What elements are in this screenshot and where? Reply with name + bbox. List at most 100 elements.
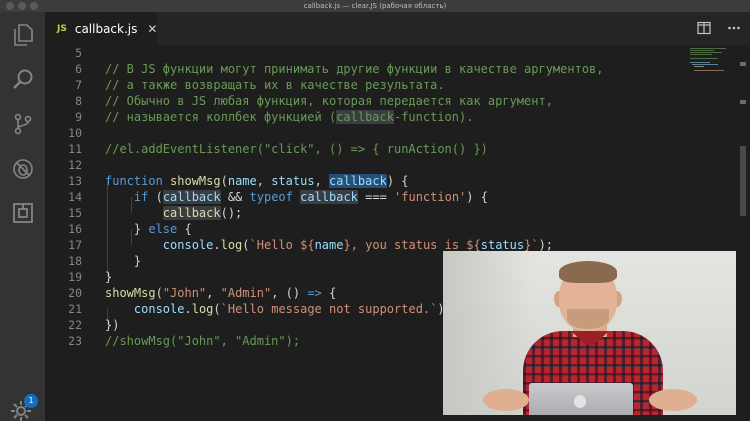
- minimap[interactable]: [690, 46, 730, 76]
- line-number: 6: [75, 62, 82, 76]
- code-line[interactable]: 6 // В JS функции могут принимать другие …: [45, 61, 750, 77]
- code-line[interactable]: 9 // называется коллбек функцией (callbac…: [45, 109, 750, 125]
- tab-bar: JS callback.js ✕: [45, 12, 750, 45]
- code-token: function: [105, 174, 171, 188]
- minimap-line: [690, 50, 714, 51]
- line-number: 20: [68, 286, 82, 300]
- code-line[interactable]: 14 if (callback && typeof callback === '…: [45, 189, 750, 205]
- code-token: 'function': [394, 190, 467, 204]
- code-token: -function).: [393, 110, 474, 124]
- debug-icon[interactable]: [10, 156, 35, 181]
- code-token: {: [321, 286, 337, 300]
- code-text: //el.addEventListener("click", () => { r…: [105, 141, 488, 157]
- line-number: 18: [68, 254, 82, 268]
- code-token: // В JS функции могут принимать другие ф…: [105, 62, 604, 76]
- code-token: }: [105, 222, 149, 236]
- code-token: log: [220, 238, 243, 252]
- title-bar: callback.js — clear.JS (рабочая область): [0, 0, 750, 12]
- code-line[interactable]: 5: [45, 45, 750, 61]
- code-token: (: [155, 286, 163, 300]
- code-text: // В JS функции могут принимать другие ф…: [105, 61, 604, 77]
- code-text: }: [105, 269, 112, 285]
- more-actions-icon[interactable]: [727, 20, 741, 36]
- code-token: }: [105, 254, 142, 268]
- code-token: }`: [524, 238, 539, 252]
- code-token: `Hello message not supported.`: [220, 302, 438, 316]
- code-token: (: [220, 174, 228, 188]
- minimap-line: [690, 54, 712, 55]
- line-number: 10: [68, 126, 82, 140]
- code-token: callback: [329, 174, 387, 188]
- code-token: ) {: [466, 190, 488, 204]
- files-icon[interactable]: [10, 22, 35, 47]
- minimap-line: [690, 58, 718, 59]
- code-token: ) {: [386, 174, 409, 188]
- tab-filename: callback.js: [74, 21, 138, 36]
- code-token: =>: [307, 286, 322, 300]
- source-control-icon[interactable]: [10, 111, 35, 136]
- code-token: "Admin": [220, 286, 272, 300]
- close-icon[interactable]: ✕: [147, 22, 157, 36]
- line-number: 13: [68, 174, 82, 188]
- split-editor-icon[interactable]: [697, 20, 711, 36]
- code-token: //showMsg("John", "Admin");: [105, 334, 301, 348]
- tab-callback-js[interactable]: JS callback.js ✕: [45, 12, 157, 45]
- scroll-marker: [740, 100, 746, 104]
- code-line[interactable]: 16 } else {: [45, 221, 750, 237]
- code-line[interactable]: 15 callback();: [45, 205, 750, 221]
- code-token: ();: [220, 206, 243, 220]
- js-file-icon: JS: [57, 23, 67, 34]
- code-token: console: [162, 238, 214, 252]
- code-token: //el.addEventListener("click", () => { r…: [105, 142, 488, 156]
- code-token: }, you status is ${: [343, 238, 481, 252]
- code-line[interactable]: 8 // Обычно в JS любая функция, которая п…: [45, 93, 750, 109]
- code-line[interactable]: 11 //el.addEventListener("click", () => {…: [45, 141, 750, 157]
- presenter-beard: [567, 309, 609, 329]
- line-number: 17: [68, 238, 82, 252]
- scrollbar-thumb[interactable]: [740, 146, 746, 216]
- presenter-hand: [649, 389, 697, 411]
- code-token: log: [191, 302, 214, 316]
- line-number: 9: [75, 110, 82, 124]
- code-token: showMsg: [105, 286, 156, 300]
- code-text: } else {: [105, 221, 192, 237]
- settings-badge: 1: [24, 394, 38, 408]
- code-line[interactable]: 13 function showMsg(name, status, callbac…: [45, 173, 750, 189]
- code-text: }): [105, 317, 119, 333]
- code-token: ===: [357, 190, 395, 204]
- apple-logo-icon: [574, 395, 586, 408]
- code-token: typeof: [249, 190, 293, 204]
- code-token: callback: [162, 190, 221, 204]
- code-token: "John": [162, 286, 207, 300]
- code-token: callback: [300, 190, 358, 204]
- code-line[interactable]: 10: [45, 125, 750, 141]
- code-token: showMsg: [170, 174, 221, 188]
- code-token: ,: [206, 286, 221, 300]
- line-number: 23: [68, 334, 82, 348]
- code-token: .: [213, 238, 221, 252]
- code-token: console: [133, 302, 185, 316]
- line-number: 14: [68, 190, 82, 204]
- line-number: 19: [68, 270, 82, 284]
- line-number: 16: [68, 222, 82, 236]
- search-icon[interactable]: [10, 66, 35, 91]
- code-text: if (callback && typeof callback === 'fun…: [105, 189, 488, 205]
- code-line[interactable]: 7 // а также возвращать их в качестве рез…: [45, 77, 750, 93]
- code-token: status: [271, 174, 315, 188]
- code-token: (: [242, 238, 250, 252]
- activity-bar: 1: [0, 12, 45, 421]
- code-token: `Hello ${: [249, 238, 315, 252]
- code-text: function showMsg(name, status, callback)…: [105, 173, 409, 189]
- code-text: // называется коллбек функцией (callback…: [105, 109, 473, 125]
- code-text: // а также возвращать их в качестве резу…: [105, 77, 445, 93]
- extensions-icon[interactable]: [10, 200, 35, 225]
- code-token: if: [133, 190, 149, 204]
- code-line[interactable]: 12: [45, 157, 750, 173]
- code-text: showMsg("John", "Admin", () => {: [105, 285, 336, 301]
- code-token: {: [177, 222, 192, 236]
- code-token: // Обычно в JS любая функция, которая пе…: [105, 94, 553, 108]
